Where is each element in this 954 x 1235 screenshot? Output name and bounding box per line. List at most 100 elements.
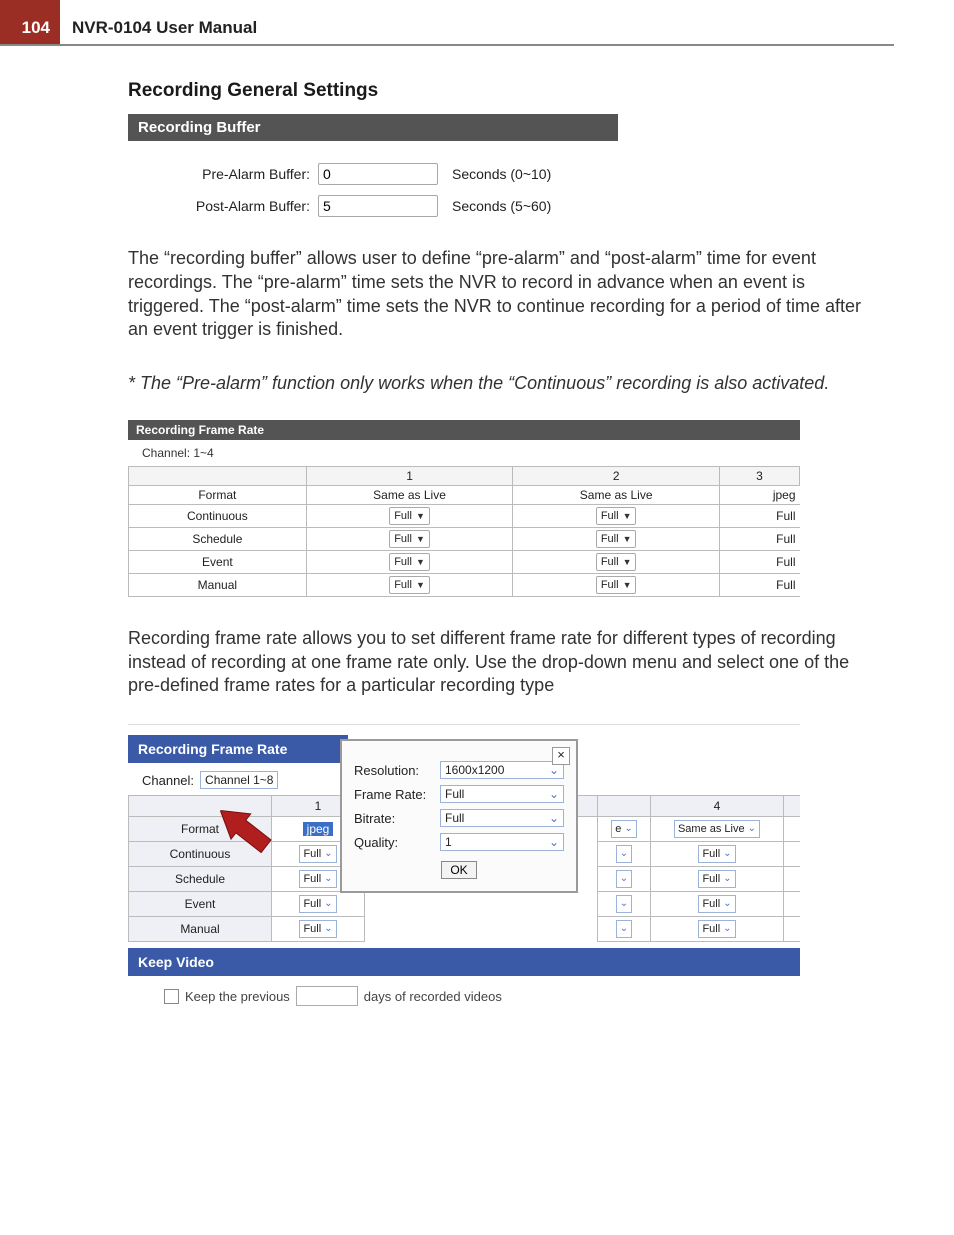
pre-alarm-row: Pre-Alarm Buffer: Seconds (0~10) [128,163,618,185]
popup-select[interactable]: 1⌄ [440,833,564,851]
cell: Full [719,527,799,550]
row-header: Manual [129,573,307,596]
popup-row: Resolution:1600x1200⌄ [354,761,564,779]
keep-video-days-input[interactable] [296,986,358,1006]
cell: Full▼ [513,527,720,550]
frame-rate-select[interactable]: Full▼ [389,553,430,571]
frame-rate-select[interactable]: Full⌄ [299,845,336,863]
frame-rate-select[interactable]: Full⌄ [299,870,336,888]
row-header: Event [129,550,307,573]
chevron-down-icon: ▼ [416,554,425,570]
cell: Same as Live [306,485,513,504]
fig3-channel-label: Channel: [142,773,194,788]
frame-rate-select[interactable]: Full▼ [596,553,637,571]
cell: Full⌄ [651,867,784,892]
popup-select[interactable]: Full⌄ [440,809,564,827]
frame-rate-select[interactable]: ⌄ [616,870,632,888]
paragraph-prealarm-note: * The “Pre-alarm” function only works wh… [128,372,884,396]
chevron-down-icon: ▼ [416,577,425,593]
cell: Full⌄ [272,917,365,942]
frame-rate-select[interactable]: Full▼ [596,507,637,525]
cell: Same as Live [513,485,720,504]
chevron-down-icon: ⌄ [324,921,332,937]
manual-title: NVR-0104 User Manual [60,0,257,44]
keep-video-checkbox[interactable] [164,989,179,1004]
popup-row: Frame Rate:Full⌄ [354,785,564,803]
popup-select[interactable]: 1600x1200⌄ [440,761,564,779]
pre-alarm-label: Pre-Alarm Buffer: [128,166,318,182]
format-value[interactable]: jpeg [303,822,334,836]
fig2-section-bar: Recording Frame Rate [128,420,800,440]
frame-rate-select[interactable]: Full▼ [389,507,430,525]
frame-rate-select[interactable]: Full▼ [596,576,637,594]
chevron-down-icon: ⌄ [723,896,731,912]
popup-label: Resolution: [354,763,440,778]
chevron-down-icon: ⌄ [723,846,731,862]
cell: Full [719,573,799,596]
chevron-down-icon: ⌄ [748,821,756,837]
cell: ⌄ [598,867,651,892]
chevron-down-icon: ⌄ [723,871,731,887]
frame-rate-select[interactable]: Full▼ [389,530,430,548]
fig3-section-bar: Recording Frame Rate [128,735,348,763]
popup-label: Frame Rate: [354,787,440,802]
cell: e⌄ [598,817,651,842]
frame-rate-select[interactable]: ⌄ [616,895,632,913]
col-header [598,796,651,817]
chevron-down-icon: ⌄ [549,811,559,825]
chevron-down-icon: ⌄ [324,846,332,862]
frame-rate-table: 123FormatSame as LiveSame as LivejpegCon… [128,466,800,597]
popup-select[interactable]: Full⌄ [440,785,564,803]
col-header [129,466,307,485]
chevron-down-icon: ⌄ [620,921,628,937]
col-header: 1 [306,466,513,485]
chevron-down-icon: ⌄ [723,921,731,937]
chevron-down-icon: ⌄ [624,821,632,837]
post-alarm-row: Post-Alarm Buffer: Seconds (5~60) [128,195,618,217]
col-header: 5 [784,796,801,817]
keep-video-bar: Keep Video [128,948,800,976]
col-header: 3 [719,466,799,485]
figure-frame-rate-popup: Recording Frame Rate Channel: Channel 1~… [128,724,800,1025]
chevron-down-icon: ⌄ [324,871,332,887]
chevron-down-icon: ▼ [416,508,425,524]
post-alarm-label: Post-Alarm Buffer: [128,198,318,214]
cell: ⌄ [598,842,651,867]
page-number: 104 [0,0,60,44]
paragraph-buffer-desc: The “recording buffer” allows user to de… [128,247,884,342]
frame-rate-select[interactable]: Full⌄ [299,895,336,913]
chevron-down-icon: ⌄ [549,787,559,801]
cell: Full [719,550,799,573]
frame-rate-select[interactable]: Full⌄ [698,845,735,863]
pre-alarm-input[interactable] [318,163,438,185]
ok-button[interactable]: OK [441,861,476,879]
keep-video-text-b: days of recorded videos [364,989,502,1004]
cell: Full▼ [306,550,513,573]
chevron-down-icon: ⌄ [549,835,559,849]
frame-rate-select[interactable]: Full▼ [596,530,637,548]
format-select[interactable]: Same as Live⌄ [674,820,760,838]
frame-rate-select[interactable]: Full⌄ [299,920,336,938]
frame-rate-select[interactable]: Full⌄ [698,870,735,888]
col-header: 2 [513,466,720,485]
format-select[interactable]: e⌄ [611,820,637,838]
frame-rate-select[interactable]: ⌄ [616,845,632,863]
col-header: 4 [651,796,784,817]
post-alarm-input[interactable] [318,195,438,217]
cell: Full⌄ [651,917,784,942]
cell: Full▼ [306,504,513,527]
frame-rate-select[interactable]: Full⌄ [698,920,735,938]
keep-video-text-a: Keep the previous [185,989,290,1004]
fig3-channel-select[interactable]: Channel 1~8 [200,771,278,789]
paragraph-framerate-desc: Recording frame rate allows you to set d… [128,627,884,698]
close-icon[interactable]: × [552,747,570,765]
frame-rate-select[interactable]: Full⌄ [698,895,735,913]
cell: Full [784,867,801,892]
cell: Full▼ [513,550,720,573]
figure-recording-general-settings: Recording General Settings Recording Buf… [128,80,618,217]
keep-video-row: Keep the previous days of recorded video… [128,976,800,1006]
frame-rate-select[interactable]: ⌄ [616,920,632,938]
cell: Same as Live⌄ [651,817,784,842]
frame-rate-select[interactable]: Full▼ [389,576,430,594]
cell: Full [784,917,801,942]
